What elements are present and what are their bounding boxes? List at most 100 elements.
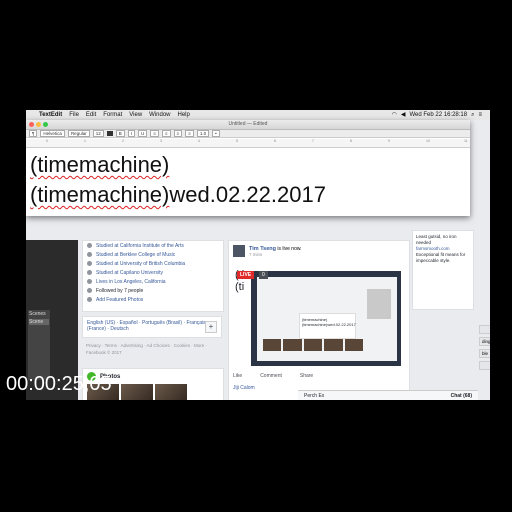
intro-row: Studied at University of British Columbi…	[83, 259, 223, 268]
side-button[interactable]	[479, 361, 490, 370]
photo-icon	[87, 297, 92, 302]
volume-icon[interactable]: ◀	[401, 110, 406, 120]
list-style-select[interactable]: •	[212, 130, 220, 137]
window-title: Untitled — Edited	[228, 121, 268, 127]
paragraph-style-select[interactable]: ¶	[29, 130, 38, 137]
intro-card: Studied at California Institute of the A…	[82, 240, 224, 312]
menu-format[interactable]: Format	[103, 110, 122, 120]
document-line[interactable]: (timemachine)	[30, 152, 169, 177]
chat-button[interactable]: Chat (68)	[451, 393, 472, 399]
photo-thumb[interactable]	[155, 384, 187, 400]
italic-button[interactable]: I	[127, 130, 135, 137]
home-icon	[87, 279, 92, 284]
views-badge: 0	[259, 271, 268, 279]
intro-item[interactable]: Studied at Berklee College of Music	[96, 252, 175, 258]
minimize-window-icon[interactable]	[36, 122, 41, 127]
intro-item[interactable]: Studied at Capilano University	[96, 270, 163, 276]
education-icon	[87, 243, 92, 248]
menubar-clock[interactable]: Wed Feb 22 16:28:18	[410, 110, 468, 120]
ruler-tick: 3	[160, 139, 162, 143]
notification-icon[interactable]: ≡	[478, 110, 482, 120]
close-window-icon[interactable]	[29, 122, 34, 127]
ruler-tick: 5	[236, 139, 238, 143]
followers-icon	[87, 288, 92, 293]
align-left-button[interactable]: ≡	[150, 130, 159, 137]
menu-help[interactable]: Help	[178, 110, 190, 120]
video-people-image	[367, 289, 391, 319]
footer-links[interactable]: Privacy · Terms · Advertising · Ad Choic…	[86, 342, 216, 356]
document-line-2[interactable]: (timemachine)wed.02.22.2017	[30, 180, 326, 210]
languages-list[interactable]: English (US) · Español · Português (Bras…	[87, 320, 206, 332]
intro-row: Followed by 7 people	[83, 286, 223, 295]
intro-row: Add Featured Photos	[83, 295, 223, 304]
video-inner-text: (timemachine) (timemachine)wed.02.22.201…	[302, 317, 356, 327]
menu-edit[interactable]: Edit	[86, 110, 96, 120]
add-language-button[interactable]: +	[205, 321, 217, 333]
comment-button[interactable]: Comment	[260, 373, 282, 379]
menu-app-name[interactable]: TextEdit	[39, 110, 62, 120]
font-style-select[interactable]: Regular	[67, 130, 90, 137]
side-button[interactable]: ble	[479, 349, 490, 358]
ruler-tick: 1	[84, 139, 86, 143]
misspelled-word[interactable]: (timemachine)	[30, 182, 169, 207]
desktop-screen: TextEdit File Edit Format View Window He…	[26, 110, 490, 400]
bold-button[interactable]: B	[115, 130, 125, 137]
justify-button[interactable]: ≡	[185, 130, 194, 137]
textedit-window: Untitled — Edited ¶ Helvetica Regular 12…	[26, 120, 470, 216]
document-line-rest[interactable]: wed.02.22.2017	[169, 182, 326, 207]
education-icon	[87, 270, 92, 275]
share-button[interactable]: Share	[300, 373, 313, 379]
right-button-column: ding ble	[479, 325, 490, 373]
chat-bar: Perch Ex Chat (68)	[298, 390, 478, 400]
video-frame: (timemachine) (timemachine)wed.02.22.201…	[257, 277, 397, 361]
intro-item: Followed by 7 people	[96, 287, 144, 294]
intro-item[interactable]: Lives in Los Angeles, California	[96, 279, 166, 285]
align-right-button[interactable]: ≡	[173, 130, 183, 137]
underline-button[interactable]: U	[138, 130, 148, 137]
post-author[interactable]: Tim Tseng	[249, 246, 276, 252]
ruler-tick: 2	[122, 139, 124, 143]
avatar[interactable]	[233, 245, 245, 257]
search-icon[interactable]: ⌕	[471, 110, 474, 120]
photo-thumb[interactable]	[121, 384, 153, 400]
ad-title[interactable]: Least gutsid, no iron needed	[416, 234, 470, 246]
line-spacing-select[interactable]: 1.0	[196, 130, 210, 137]
intro-row: Studied at California Institute of the A…	[83, 241, 223, 250]
side-button[interactable]: ding	[479, 337, 490, 346]
add-featured-photos-link[interactable]: Add Featured Photos	[96, 297, 143, 303]
font-family-select[interactable]: Helvetica	[40, 130, 65, 137]
live-post: Tim Tseng is live now. 7 mins (ti (ti (t…	[228, 240, 410, 400]
live-video[interactable]: (timemachine) (timemachine)wed.02.22.201…	[237, 271, 401, 366]
wifi-icon[interactable]: ◠	[392, 110, 397, 120]
zoom-window-icon[interactable]	[43, 122, 48, 127]
menu-view[interactable]: View	[129, 110, 142, 120]
comment-author[interactable]: Jiji Calom	[233, 385, 255, 391]
window-titlebar[interactable]: Untitled — Edited	[26, 120, 470, 130]
post-text-line: (ti	[235, 281, 245, 293]
education-icon	[87, 252, 92, 257]
font-size-select[interactable]: 12	[92, 130, 104, 137]
mac-menubar: TextEdit File Edit Format View Window He…	[26, 110, 490, 120]
post-time[interactable]: 7 mins	[249, 252, 302, 257]
document-text[interactable]: (timemachine) (timemachine)wed.02.22.201…	[30, 150, 326, 210]
intro-item[interactable]: Studied at California Institute of the A…	[96, 243, 184, 249]
intro-item[interactable]: Studied at University of British Columbi…	[96, 261, 185, 267]
chat-tab[interactable]: Perch Ex	[304, 393, 324, 399]
scene-item[interactable]: Scene	[29, 319, 49, 325]
intro-row: Studied at Berklee College of Music	[83, 250, 223, 259]
ad-card: Least gutsid, no iron needed farmsmooth.…	[412, 230, 474, 310]
video-thumb-strip	[263, 339, 364, 351]
side-button[interactable]	[479, 325, 490, 334]
menu-window[interactable]: Window	[149, 110, 170, 120]
intro-row: Studied at Capilano University	[83, 268, 223, 277]
post-status: is live now.	[277, 245, 302, 252]
menu-file[interactable]: File	[69, 110, 79, 120]
text-color-button[interactable]	[106, 131, 113, 136]
video-text-line: (timemachine)wed.02.22.2017	[302, 322, 356, 327]
align-center-button[interactable]: ≡	[161, 130, 171, 137]
format-toolbar: ¶ Helvetica Regular 12 B I U ≡ ≡ ≡ ≡ 1.0…	[26, 130, 470, 138]
like-button[interactable]: Like	[233, 373, 242, 379]
scenes-label: Scenes	[29, 311, 46, 317]
education-icon	[87, 261, 92, 266]
ruler[interactable]: 0 1 2 3 4 5 6 7 8 9 10 11	[26, 139, 470, 148]
